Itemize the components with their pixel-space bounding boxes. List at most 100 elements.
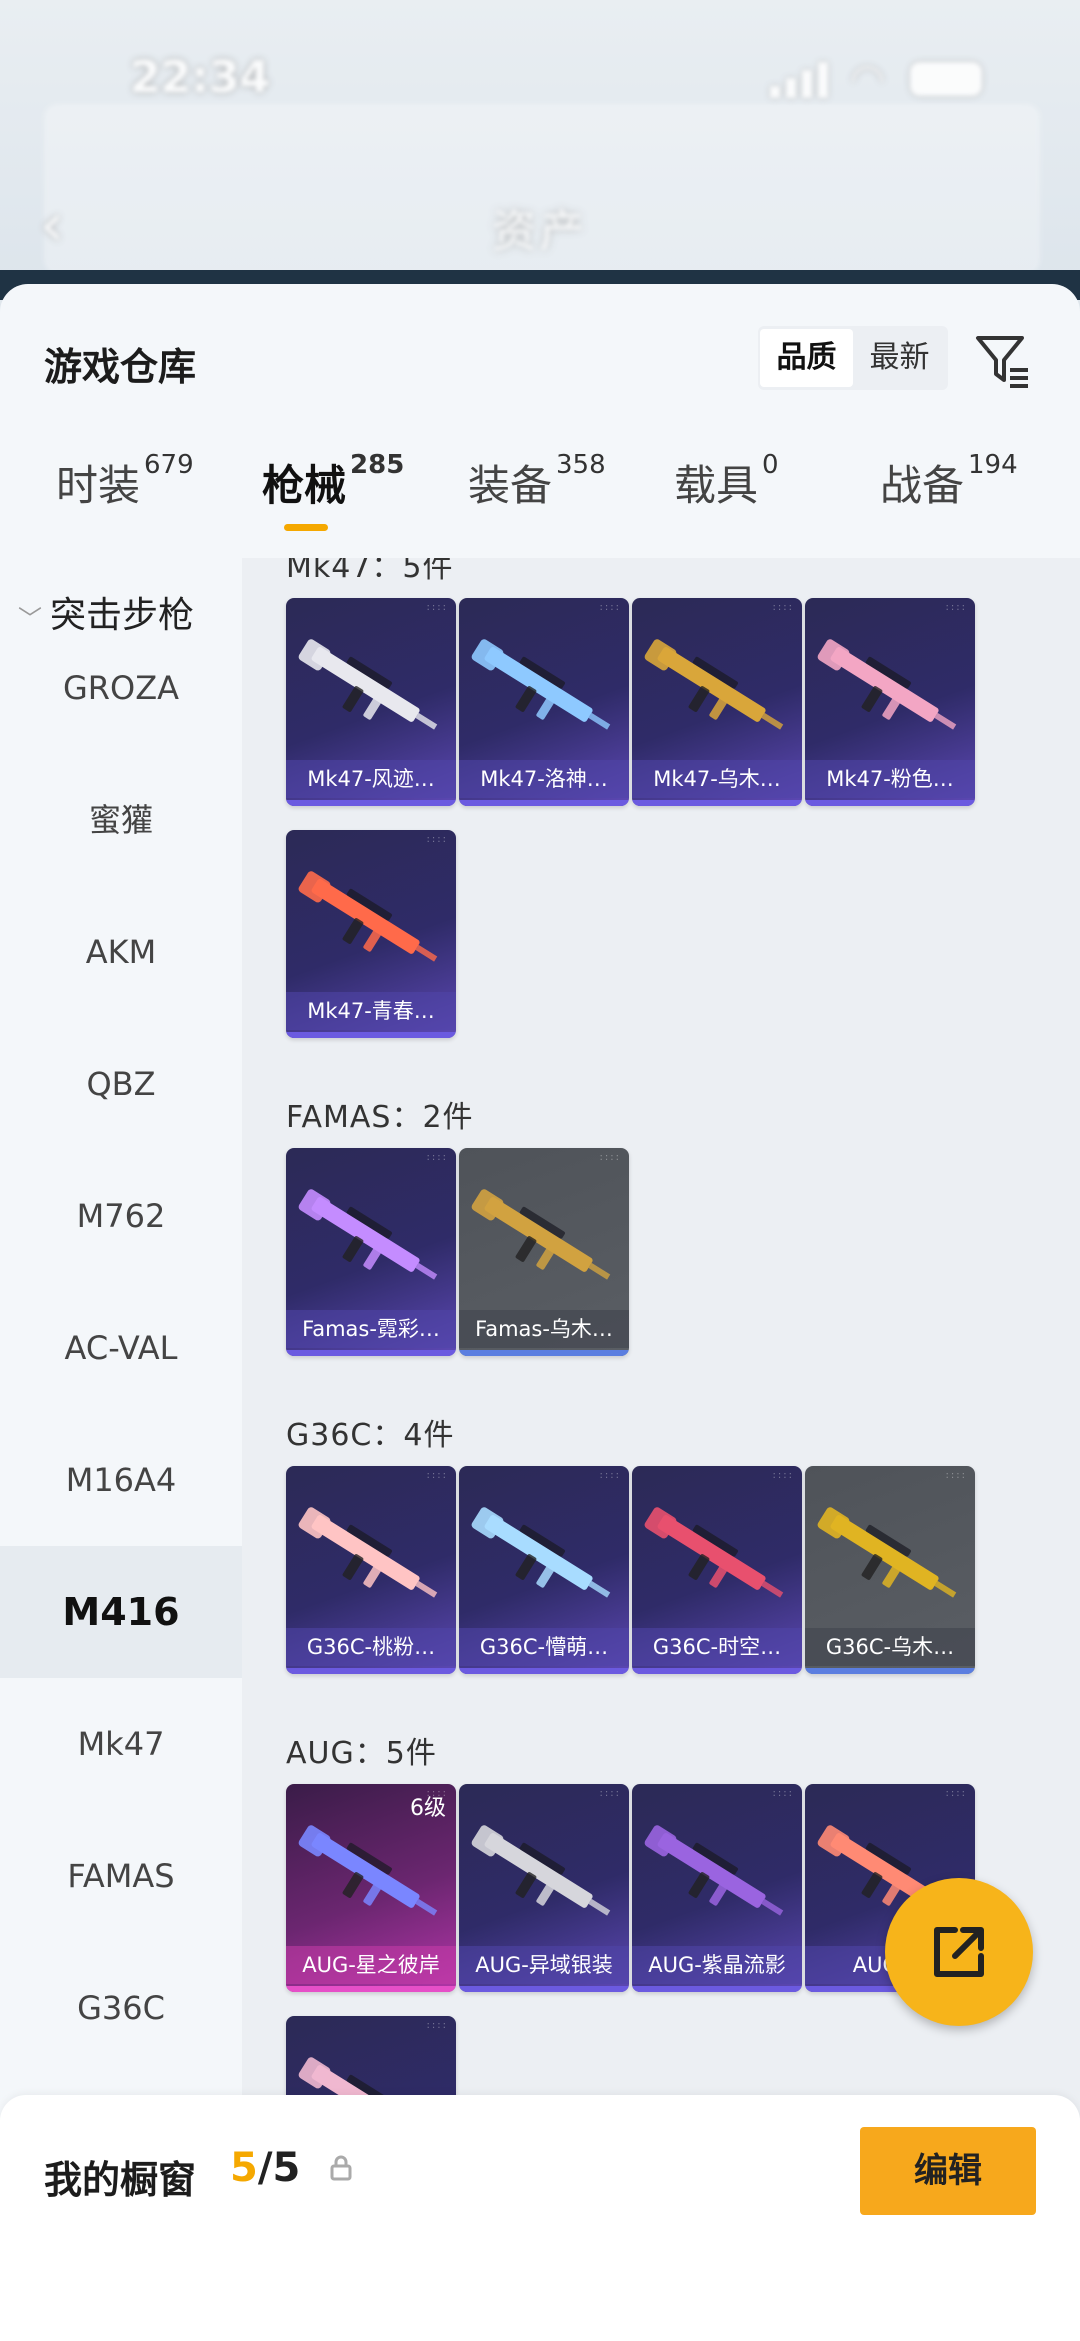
card-pattern: :::: bbox=[426, 1152, 448, 1163]
weapon-card[interactable]: :::: Mk47-乌木… bbox=[632, 598, 802, 806]
rifle-icon bbox=[644, 1507, 784, 1598]
weapon-card[interactable]: :::: 6级 AUG-星之彼岸 bbox=[286, 1784, 456, 1992]
weapon-name: Mk47-风迹… bbox=[286, 760, 456, 798]
weapon-name: G36C-桃粉… bbox=[286, 1628, 456, 1666]
rifle-icon bbox=[298, 1507, 438, 1598]
sidebar-item[interactable]: G36C bbox=[0, 1942, 242, 2074]
section-title: Mk47：5件 bbox=[286, 558, 454, 585]
rifle-icon bbox=[817, 1507, 957, 1598]
lock-icon bbox=[330, 2155, 352, 2187]
sidebar-item[interactable]: AC-VAL bbox=[0, 1282, 242, 1414]
weapon-card[interactable]: :::: G36C-懵萌… bbox=[459, 1466, 629, 1674]
card-pattern: :::: bbox=[772, 602, 794, 613]
card-pattern: :::: bbox=[426, 2020, 448, 2031]
filter-icon[interactable] bbox=[972, 330, 1032, 390]
weapon-card[interactable]: :::: Mk47-洛神… bbox=[459, 598, 629, 806]
card-pattern: :::: bbox=[599, 1152, 621, 1163]
share-button[interactable] bbox=[885, 1878, 1033, 2026]
tab-vehicles[interactable]: 载具 0 bbox=[674, 450, 779, 513]
tab-equipment[interactable]: 装备 358 bbox=[468, 450, 606, 513]
weapon-card[interactable]: :::: Mk47-青春… bbox=[286, 830, 456, 1038]
status-time: 22:34 bbox=[130, 52, 271, 103]
rifle-icon bbox=[644, 639, 784, 730]
rarity-bar bbox=[286, 1986, 456, 1992]
sheet-title: 游戏仓库 bbox=[44, 345, 197, 389]
weapon-card[interactable]: :::: G36C-时空… bbox=[632, 1466, 802, 1674]
weapon-name: Mk47-洛神… bbox=[459, 760, 629, 798]
rifle-icon bbox=[644, 1825, 784, 1916]
showcase-bar: 我的橱窗 5/5 编辑 bbox=[0, 2095, 1080, 2341]
weapon-card[interactable]: :::: G36C-乌木… bbox=[805, 1466, 975, 1674]
rarity-bar bbox=[805, 1668, 975, 1674]
weapon-name: G36C-乌木… bbox=[805, 1628, 975, 1666]
rarity-bar bbox=[459, 1986, 629, 1992]
rifle-icon bbox=[471, 639, 611, 730]
card-pattern: :::: bbox=[599, 602, 621, 613]
sidebar-item[interactable]: M16A4 bbox=[0, 1414, 242, 1546]
tab-firearms[interactable]: 枪械 285 bbox=[262, 450, 404, 531]
rarity-bar bbox=[805, 800, 975, 806]
wifi-icon: ◠ bbox=[850, 56, 885, 102]
sidebar-item[interactable]: AKM bbox=[0, 886, 242, 1018]
sort-option-newest[interactable]: 最新 bbox=[853, 329, 946, 387]
rarity-bar bbox=[286, 800, 456, 806]
card-pattern: :::: bbox=[426, 602, 448, 613]
weapon-name: G36C-懵萌… bbox=[459, 1628, 629, 1666]
signal-icon bbox=[770, 62, 834, 98]
section-title: G36C：4件 bbox=[286, 1418, 455, 1453]
battery-icon bbox=[910, 62, 982, 96]
sidebar-item[interactable]: M416 bbox=[0, 1546, 242, 1678]
tab-fashion[interactable]: 时装 679 bbox=[56, 450, 194, 513]
sort-toggle[interactable]: 品质 最新 bbox=[758, 326, 948, 390]
rarity-bar bbox=[632, 1668, 802, 1674]
active-tab-indicator bbox=[284, 524, 328, 531]
weapon-name: G36C-时空… bbox=[632, 1628, 802, 1666]
sidebar-item[interactable]: GROZA bbox=[0, 622, 242, 754]
showcase-label: 我的橱窗 bbox=[44, 2158, 197, 2202]
weapon-card[interactable]: :::: Mk47-风迹… bbox=[286, 598, 456, 806]
rifle-icon bbox=[298, 1189, 438, 1280]
weapon-card[interactable]: :::: G36C-桃粉… bbox=[286, 1466, 456, 1674]
weapon-name: Mk47-乌木… bbox=[632, 760, 802, 798]
tab-supplies[interactable]: 战备 194 bbox=[880, 450, 1018, 513]
card-pattern: :::: bbox=[945, 1788, 967, 1799]
weapon-card[interactable]: :::: Mk47-粉色… bbox=[805, 598, 975, 806]
weapon-name: AUG-星之彼岸 bbox=[286, 1946, 456, 1984]
card-pattern: :::: bbox=[426, 834, 448, 845]
card-pattern: :::: bbox=[772, 1470, 794, 1481]
rifle-icon bbox=[298, 1825, 438, 1916]
weapon-name: Mk47-粉色… bbox=[805, 760, 975, 798]
rarity-bar bbox=[286, 1032, 456, 1038]
showcase-count: 5/5 bbox=[230, 2145, 301, 2191]
weapon-name: Famas-乌木… bbox=[459, 1310, 629, 1348]
weapon-name: AUG-异域银装 bbox=[459, 1946, 629, 1984]
sidebar-item[interactable]: Mk47 bbox=[0, 1678, 242, 1810]
level-badge: 6级 bbox=[410, 1796, 446, 1821]
sidebar-item[interactable]: QBZ bbox=[0, 1018, 242, 1150]
category-tabs: 时装 679 枪械 285 装备 358 载具 0 战备 194 bbox=[0, 450, 1080, 542]
sidebar-item[interactable]: FAMAS bbox=[0, 1810, 242, 1942]
rifle-icon bbox=[298, 871, 438, 962]
card-pattern: :::: bbox=[772, 1788, 794, 1799]
rarity-bar bbox=[286, 1350, 456, 1356]
weapon-card[interactable]: :::: AUG-紫晶流影 bbox=[632, 1784, 802, 1992]
rifle-icon bbox=[817, 639, 957, 730]
page-title: 资产 bbox=[492, 206, 588, 257]
card-pattern: :::: bbox=[945, 602, 967, 613]
card-pattern: :::: bbox=[599, 1470, 621, 1481]
rarity-bar bbox=[459, 800, 629, 806]
rifle-icon bbox=[471, 1825, 611, 1916]
weapon-card[interactable]: :::: Famas-乌木… bbox=[459, 1148, 629, 1356]
section-title: FAMAS：2件 bbox=[286, 1100, 474, 1135]
rarity-bar bbox=[286, 1668, 456, 1674]
sidebar-item[interactable]: M762 bbox=[0, 1150, 242, 1282]
rarity-bar bbox=[632, 1986, 802, 1992]
weapon-card[interactable]: :::: Famas-霓彩… bbox=[286, 1148, 456, 1356]
rarity-bar bbox=[459, 1668, 629, 1674]
sidebar-item[interactable]: 蜜獾 bbox=[0, 754, 242, 886]
external-link-icon bbox=[934, 1927, 984, 1977]
weapon-card[interactable]: :::: AUG-异域银装 bbox=[459, 1784, 629, 1992]
card-pattern: :::: bbox=[945, 1470, 967, 1481]
sort-option-quality[interactable]: 品质 bbox=[760, 329, 853, 387]
edit-button[interactable]: 编辑 bbox=[860, 2127, 1036, 2215]
